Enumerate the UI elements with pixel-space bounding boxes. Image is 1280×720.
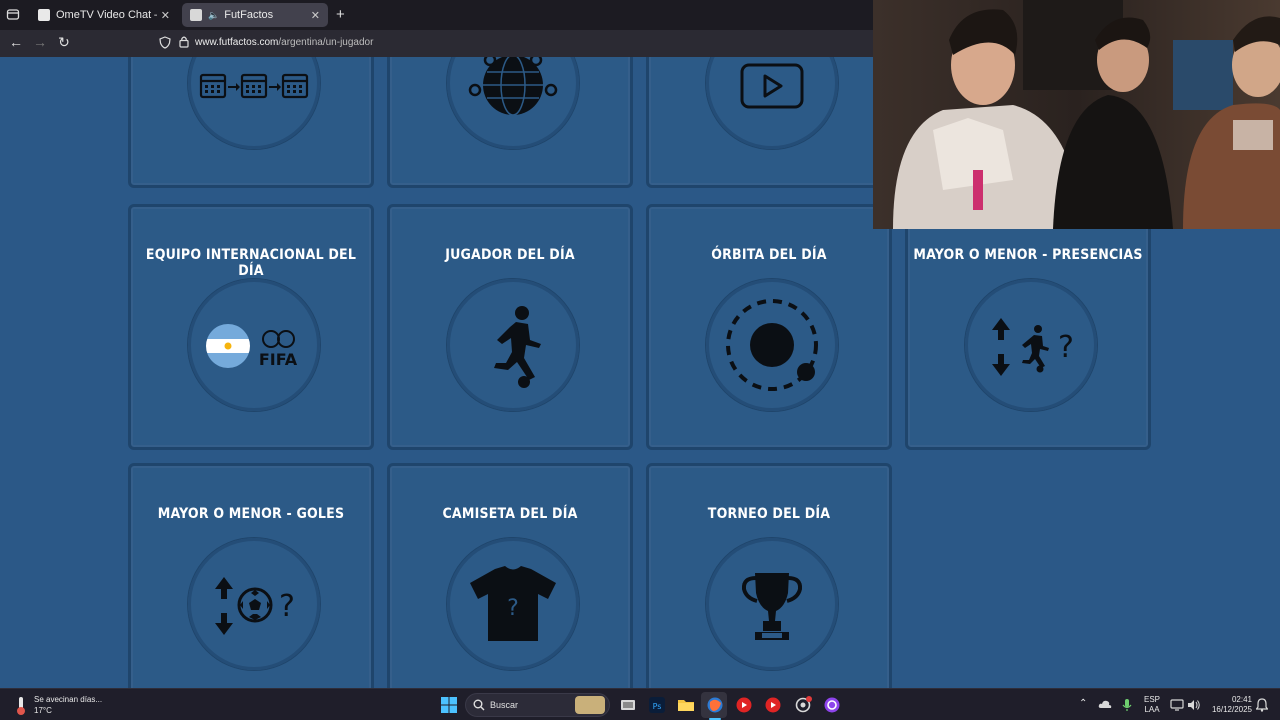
svg-text:?: ? (1058, 330, 1074, 365)
webcam-video-overlay (873, 0, 1280, 229)
network-icon[interactable] (1170, 698, 1184, 712)
url-host: www.futfactos.com (195, 37, 279, 48)
trophy-icon (741, 573, 803, 640)
shirt-question-icon: ? (470, 566, 556, 641)
speaker-icon[interactable]: 🔈 (208, 10, 219, 21)
forward-icon[interactable]: → (31, 34, 49, 50)
shield-icon[interactable] (156, 36, 174, 52)
search-icon (473, 699, 485, 711)
task-view-icon[interactable] (619, 696, 637, 714)
player-silhouette-icon (494, 306, 541, 388)
language-code: ESP (1144, 695, 1161, 704)
card-title: TORNEO DEL DÍA (707, 506, 831, 522)
world-network-icon (468, 57, 558, 116)
close-icon[interactable]: ✕ (161, 9, 170, 22)
app-circle-icon[interactable] (823, 696, 841, 714)
card-title: JUGADOR DEL DÍA (445, 247, 575, 263)
card-icon-ring: ? (965, 279, 1097, 411)
new-tab-icon[interactable]: + (336, 6, 345, 23)
photoshop-icon[interactable]: Ps (648, 696, 666, 714)
reload-icon[interactable]: ↻ (55, 34, 73, 51)
card-icon-ring: ? (188, 538, 320, 670)
video-play-icon (740, 63, 804, 109)
game-card-torneo[interactable]: TORNEO DEL DÍA (646, 463, 892, 688)
card-icon-ring (447, 279, 579, 411)
lock-icon[interactable] (175, 35, 193, 51)
card-icon-ring: FIFA (188, 279, 320, 411)
calendar-sequence-icon (199, 73, 309, 99)
language-indicator[interactable]: ESP LAA (1144, 695, 1160, 715)
card-icon-ring (706, 279, 838, 411)
card-icon-ring: ? (447, 538, 579, 670)
game-card-camiseta[interactable]: CAMISETA DEL DÍA ? (387, 463, 633, 688)
thermometer-icon (17, 697, 25, 715)
ometv-favicon-icon (38, 9, 50, 21)
futfactos-favicon-icon (190, 9, 202, 21)
back-icon[interactable]: ← (7, 34, 25, 50)
file-explorer-icon[interactable] (677, 696, 695, 714)
weather-text: Se avecinan días... (34, 695, 103, 704)
microphone-icon[interactable] (1121, 698, 1133, 712)
weather-temp: 17°C (34, 706, 52, 715)
tab-title: FutFactos (224, 9, 274, 21)
clock[interactable]: 02:41 16/12/2025 (1206, 695, 1252, 715)
youtube-app-icon[interactable] (764, 696, 782, 714)
app-settings-icon[interactable] (794, 696, 812, 714)
windows-start-icon[interactable] (440, 696, 458, 714)
webcam-image (873, 0, 1280, 229)
ball-arrows-question-icon: ? (215, 577, 295, 635)
svg-text:Ps: Ps (653, 702, 662, 711)
game-card-equipo-internacional[interactable]: EQUIPO INTERNACIONAL DEL DÍA FIFA (128, 204, 374, 450)
svg-text:?: ? (507, 596, 519, 621)
clock-time: 02:41 (1231, 695, 1252, 704)
game-card-orbita[interactable]: ÓRBITA DEL DÍA (646, 204, 892, 450)
fifa-label: FIFA (259, 350, 298, 369)
url-path: /argentina/un-jugador (278, 37, 374, 48)
youtube-music-icon[interactable] (735, 696, 753, 714)
keyboard-layout: LAA (1144, 705, 1160, 714)
card-icon-ring (447, 57, 579, 149)
tab-title: OmeTV Video Chat — Omegle (56, 9, 157, 21)
close-icon[interactable]: ✕ (311, 9, 320, 22)
tab-ometv[interactable]: OmeTV Video Chat — Omegle ✕ (30, 3, 178, 27)
argentina-flag-fifa-icon: FIFA (206, 324, 298, 369)
windows-taskbar: Se avecinan días... 17°C Buscar Ps ⌃ ESP… (0, 688, 1280, 720)
game-card-mayor-menor-goles[interactable]: MAYOR O MENOR - GOLES ? (128, 463, 374, 688)
card-icon-ring (706, 538, 838, 670)
tab-futfactos[interactable]: 🔈 FutFactos ✕ (182, 3, 328, 27)
firefox-icon[interactable] (706, 696, 724, 714)
url-bar[interactable]: www.futfactos.com/argentina/un-jugador (195, 37, 373, 48)
game-card[interactable] (646, 57, 892, 188)
card-icon-ring (706, 57, 838, 149)
clock-date: 16/12/2025 (1211, 705, 1252, 714)
game-card-mayor-menor-presencias[interactable]: MAYOR O MENOR - PRESENCIAS ? (905, 204, 1151, 450)
card-title: CAMISETA DEL DÍA (442, 506, 578, 522)
svg-text:?: ? (279, 589, 295, 624)
game-card[interactable] (128, 57, 374, 188)
chevron-up-icon[interactable]: ⌃ (1079, 698, 1087, 709)
game-card[interactable] (387, 57, 633, 188)
card-title: EQUIPO INTERNACIONAL DEL DÍA (145, 247, 357, 279)
card-title: MAYOR O MENOR - PRESENCIAS (913, 247, 1143, 263)
search-label: Buscar (490, 700, 519, 710)
taskbar-search[interactable]: Buscar (465, 693, 610, 717)
search-highlight-icon (575, 696, 605, 714)
volume-icon[interactable] (1187, 698, 1201, 712)
tab-list-icon[interactable] (6, 7, 22, 23)
orbit-icon (726, 299, 818, 391)
card-title: ÓRBITA DEL DÍA (711, 247, 827, 263)
player-arrows-question-icon: ? (992, 318, 1074, 376)
card-title: MAYOR O MENOR - GOLES (157, 506, 345, 522)
game-card-jugador[interactable]: JUGADOR DEL DÍA (387, 204, 633, 450)
notification-bell-icon[interactable] (1256, 698, 1268, 712)
card-icon-ring (188, 57, 320, 149)
cloud-icon[interactable] (1098, 698, 1112, 712)
